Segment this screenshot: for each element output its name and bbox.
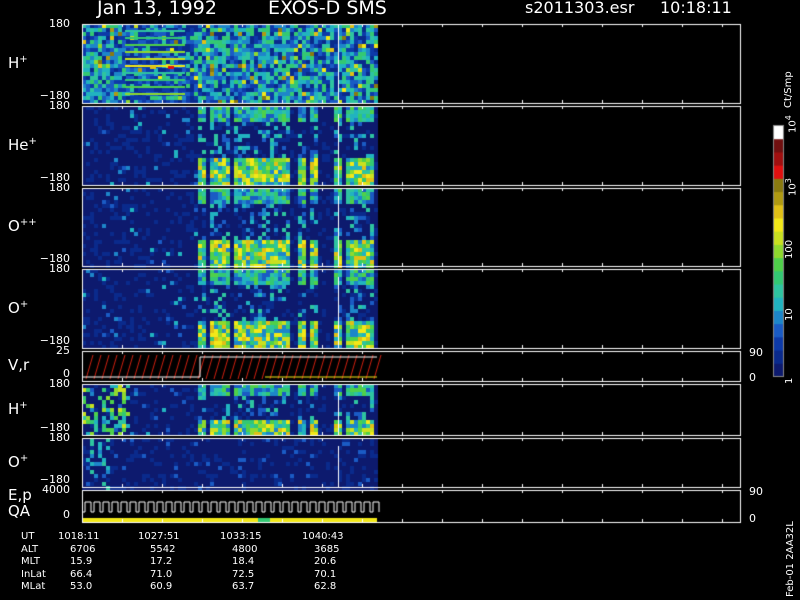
y-tick-max: 180 [49, 431, 70, 444]
colorbar-tick: 1 [784, 378, 795, 384]
panel-label-sup: + [19, 53, 28, 65]
y-tick-max: 180 [49, 17, 70, 30]
ephemeris-value: 1040:43 [302, 531, 344, 542]
panel-label-text: O [8, 217, 20, 235]
panel-label-heplus: He+ [8, 136, 37, 154]
right-tick-min: 0 [749, 512, 756, 525]
panel-label-oplusplus: O++ [8, 217, 37, 235]
colorbar-tick-label: 10 [787, 120, 799, 133]
panel-label-oplus: O+ [8, 299, 28, 317]
panel-label-sup: + [19, 399, 28, 411]
ephemeris-value: 1033:15 [220, 531, 262, 542]
colorbar-tick: 100 [784, 239, 795, 258]
ephemeris-value: 62.8 [314, 581, 337, 592]
colorbar-tick-label: 10 [787, 183, 799, 196]
y-tick-max: 180 [49, 262, 70, 275]
panel-label-sup: + [19, 452, 29, 464]
panel-label-sup: ++ [19, 217, 37, 228]
ephemeris-value: 18.4 [232, 556, 255, 567]
header-instrument: EXOS-D SMS [268, 0, 387, 19]
colorbar-tick-sup: 4 [784, 115, 793, 121]
ephemeris-value: 5542 [150, 543, 176, 555]
header-date: Jan 13, 1992 [97, 0, 217, 19]
ephemeris-value: 63.7 [232, 581, 255, 592]
ephemeris-value: 66.4 [70, 568, 93, 580]
right-tick-min: 0 [749, 371, 756, 384]
y-tick-max: 25 [56, 344, 70, 357]
ephemeris-value: 70.1 [314, 568, 337, 580]
ephemeris-label: ALT [21, 543, 39, 555]
colorbar-unit: Ct/Smp [783, 71, 794, 108]
colorbar-tick-sup: 3 [784, 177, 793, 184]
ephemeris-label: InLat [21, 568, 46, 580]
panel-label-hplus2: H+ [8, 400, 28, 418]
panel-label-text: V,r [8, 356, 30, 374]
panel-label-sup: + [19, 298, 29, 310]
colorbar-tick: 103 [784, 178, 798, 196]
panel-label-hplus: H+ [8, 54, 28, 72]
colorbar-tick-label: 10 [784, 308, 795, 322]
panel-label-secondary: QA [8, 502, 31, 520]
y-tick-min: 0 [63, 508, 70, 521]
colorbar-tick-label: 1 [784, 377, 795, 384]
ephemeris-value: 15.9 [70, 556, 93, 567]
footer-code: Feb-01 2AA32L [785, 521, 796, 597]
ephemeris-value: 6706 [70, 543, 96, 555]
ephemeris-value: 1018:11 [58, 531, 100, 542]
ephemeris-label: MLT [21, 556, 40, 567]
panel-label-text: He [8, 135, 29, 154]
ephemeris-value: 17.2 [150, 556, 173, 567]
ephemeris-value: 1027:51 [138, 531, 180, 542]
spectrogram-canvas [0, 0, 800, 600]
panel-label-text: H [8, 53, 20, 72]
header-file: s2011303.esr [525, 0, 635, 17]
ephemeris-value: 3685 [314, 543, 340, 555]
panel-label-text: O [8, 298, 20, 317]
y-tick-max: 180 [49, 377, 70, 390]
ephemeris-value: 72.5 [232, 568, 255, 580]
ephemeris-label: UT [21, 531, 35, 542]
right-tick-max: 90 [749, 485, 763, 498]
header-time: 10:18:11 [660, 0, 732, 17]
panel-label-sup: + [28, 135, 37, 147]
panel-label-text: O [8, 452, 20, 471]
panel-label-oplus2: O+ [8, 453, 28, 471]
panel-label-text: H [8, 399, 20, 418]
panel-label-ep: E,p QA [8, 486, 32, 520]
ephemeris-value: 53.0 [70, 581, 93, 592]
ephemeris-label: MLat [21, 581, 46, 592]
colorbar-tick-label: 100 [784, 239, 795, 259]
colorbar-tick: 10 [784, 309, 795, 322]
ephemeris-value: 20.6 [314, 556, 337, 567]
colorbar-tick: 104 [784, 115, 798, 133]
y-tick-max: 180 [49, 99, 70, 112]
ephemeris-value: 4800 [232, 543, 258, 555]
y-tick-max: 180 [49, 181, 70, 194]
panel-label-vr: V,r [8, 356, 29, 374]
y-tick-max: 4000 [42, 483, 70, 496]
ephemeris-value: 60.9 [150, 581, 173, 592]
right-tick-max: 90 [749, 346, 763, 359]
ephemeris-value: 71.0 [150, 568, 173, 580]
